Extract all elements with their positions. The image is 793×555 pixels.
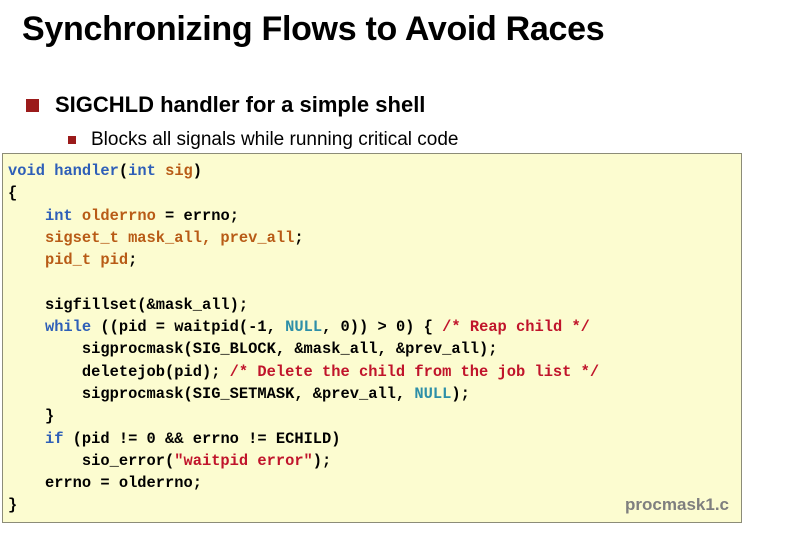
code-text: );	[451, 384, 470, 403]
code-text: ((pid = waitpid(-1,	[91, 318, 286, 337]
code-text: ;	[128, 251, 138, 270]
code-text: ;	[294, 228, 304, 247]
string-literal: "waitpid error"	[174, 451, 313, 470]
keyword: int	[44, 206, 73, 225]
variable: pid_t pid	[44, 251, 129, 270]
code-line: }	[8, 494, 599, 516]
code-block: void handler(int sig){ int olderrno = er…	[2, 153, 742, 523]
code-text: sigprocmask(SIG_SETMASK, &prev_all,	[81, 384, 415, 403]
square-bullet-icon	[68, 136, 76, 144]
code-line: errno = olderrno;	[8, 472, 599, 494]
file-name-label: procmask1.c	[625, 495, 729, 514]
code-text: sigprocmask(SIG_BLOCK, &mask_all, &prev_…	[81, 340, 498, 359]
code-text: deletejob(pid);	[81, 362, 230, 381]
code-listing: void handler(int sig){ int olderrno = er…	[8, 160, 599, 517]
code-line: int olderrno = errno;	[8, 205, 599, 227]
code-line: sio_error("waitpid error");	[8, 450, 599, 472]
variable: sigset_t mask_all, prev_all	[44, 228, 295, 247]
comment: /* Reap child */	[442, 318, 590, 337]
code-text: , 0)) > 0) {	[322, 318, 443, 337]
keyword: void	[8, 162, 45, 180]
code-text: (	[118, 162, 129, 180]
code-line: }	[8, 405, 599, 427]
code-line: while ((pid = waitpid(-1, NULL, 0)) > 0)…	[8, 316, 599, 338]
code-line: pid_t pid;	[8, 249, 599, 271]
keyword: if	[44, 429, 64, 448]
code-line: sigset_t mask_all, prev_all;	[8, 227, 599, 249]
code-line: sigfillset(&mask_all);	[8, 294, 599, 316]
constant: NULL	[285, 318, 323, 337]
code-line: void handler(int sig)	[8, 160, 599, 182]
code-line: sigprocmask(SIG_SETMASK, &prev_all, NULL…	[8, 383, 599, 405]
keyword: while	[44, 318, 92, 337]
code-text: );	[312, 451, 332, 470]
code-text: (pid != 0 && errno != ECHILD)	[63, 429, 341, 448]
bullet-main-text: SIGCHLD handler for a simple shell	[55, 92, 426, 117]
variable: sig	[165, 162, 193, 180]
code-line: sigprocmask(SIG_BLOCK, &mask_all, &prev_…	[8, 338, 599, 360]
code-text: }	[44, 407, 55, 426]
code-text: errno = olderrno;	[44, 474, 202, 493]
code-line: deletejob(pid); /* Delete the child from…	[8, 361, 599, 383]
bullet-main: SIGCHLD handler for a simple shell	[26, 92, 425, 118]
code-text: sigfillset(&mask_all);	[44, 295, 249, 314]
keyword: int	[128, 162, 156, 180]
code-text: sio_error(	[81, 451, 175, 470]
slide-title: Synchronizing Flows to Avoid Races	[22, 10, 605, 48]
code-text: = errno;	[155, 206, 239, 225]
code-line: {	[8, 182, 599, 204]
code-text: )	[192, 162, 203, 180]
code-text: }	[8, 496, 18, 515]
variable: olderrno	[81, 206, 156, 225]
constant: NULL	[414, 384, 452, 403]
function-name: handler	[54, 162, 119, 180]
comment: /* Delete the child from the job list */	[229, 362, 600, 381]
bullet-sub: Blocks all signals while running critica…	[68, 129, 459, 151]
code-line: if (pid != 0 && errno != ECHILD)	[8, 428, 599, 450]
square-bullet-icon	[26, 98, 39, 112]
bullet-sub-text: Blocks all signals while running critica…	[91, 129, 459, 150]
code-text: {	[8, 184, 18, 203]
